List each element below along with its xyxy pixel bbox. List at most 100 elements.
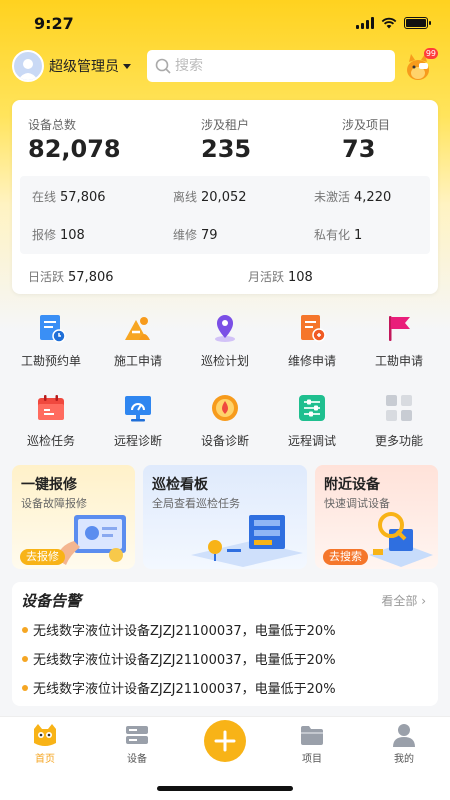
stat-label: 涉及租户 [201, 118, 250, 132]
stat-value: 235 [201, 135, 252, 163]
menu-item-remote-debugging[interactable]: 远程调试 [267, 392, 357, 456]
stat-tenants[interactable]: 涉及租户 235 [201, 116, 251, 163]
stat-label: 离线 [173, 190, 198, 204]
menu-label: 施工申请 [113, 354, 162, 368]
view-all-label: 看全部 [381, 594, 418, 608]
tab-mine[interactable]: 我的 [374, 723, 434, 765]
stat-label: 月活跃 [248, 270, 285, 284]
stat-label: 私有化 [314, 228, 351, 242]
user-name[interactable]: 超级管理员 [49, 56, 119, 76]
menu-label: 更多功能 [374, 434, 423, 448]
alert-item[interactable]: 无线数字液位计设备ZJZJ21100037，电量低于20% [22, 678, 336, 697]
chevron-right-icon: › [421, 594, 426, 608]
alert-text: 无线数字液位计设备ZJZJ21100037，电量低于20% [33, 624, 336, 639]
plus-icon [214, 730, 236, 752]
menu-label: 远程调试 [287, 434, 336, 448]
menu-item-inspection-task[interactable]: 巡检任务 [6, 392, 96, 456]
stat-label: 日活跃 [28, 270, 65, 284]
menu-label: 设备诊断 [200, 434, 249, 448]
stat-reported[interactable]: 报修 108 [32, 226, 85, 243]
menu-item-construction[interactable]: 施工申请 [93, 312, 183, 376]
stat-label: 维修 [173, 228, 198, 242]
avatar-icon [18, 59, 38, 80]
stat-inactive[interactable]: 未激活 4,220 [314, 188, 391, 205]
stat-private[interactable]: 私有化 1 [314, 226, 362, 243]
menu-item-survey-order[interactable]: 工勘预约单 [6, 312, 96, 376]
stat-offline[interactable]: 离线 20,052 [173, 188, 247, 205]
tab-home[interactable]: 首页 [15, 723, 75, 765]
promo-inspection-board[interactable]: 巡检看板 全局查看巡检任务 [143, 465, 307, 569]
alert-dot-icon [22, 684, 28, 691]
stat-value: 79 [201, 228, 218, 243]
menu-label: 巡检任务 [26, 434, 75, 448]
search-box[interactable] [147, 50, 395, 82]
chevron-down-icon[interactable] [123, 63, 131, 69]
stat-projects[interactable]: 涉及项目 73 [342, 116, 390, 163]
search-input[interactable] [175, 58, 375, 74]
avatar[interactable] [12, 50, 44, 82]
menu-label: 工勘预约单 [20, 354, 81, 368]
menu-item-inspection-plan[interactable]: 巡检计划 [180, 312, 270, 376]
location-pin-icon [215, 315, 235, 342]
signal-icon [356, 17, 374, 29]
menu-item-remote-diagnosis[interactable]: 远程诊断 [93, 392, 183, 456]
menu-item-survey-request[interactable]: 工勘申请 [354, 312, 444, 376]
tab-label: 设备 [127, 754, 147, 765]
tab-projects[interactable]: 项目 [282, 723, 342, 765]
menu-item-more[interactable]: 更多功能 [354, 392, 444, 456]
promo-title: 附近设备 [324, 477, 380, 493]
grid-more-icon [386, 395, 412, 421]
stat-monthly-active[interactable]: 月活跃 108 [248, 268, 313, 285]
calendar-task-icon [38, 395, 64, 420]
stat-value: 57,806 [60, 190, 106, 205]
alert-title: 设备告警 [21, 592, 82, 610]
folder-icon [301, 726, 323, 745]
repair-form-icon [301, 315, 326, 342]
wifi-icon [381, 17, 397, 29]
promo-nearby-devices[interactable]: 附近设备 快速调试设备 去搜索 [315, 465, 438, 569]
promo-subtitle: 设备故障报修 [21, 497, 87, 510]
notification-badge: 99 [423, 48, 438, 59]
status-bar: 9:27 [0, 0, 450, 46]
stat-total-devices[interactable]: 设备总数 82,078 [28, 116, 121, 163]
stat-online[interactable]: 在线 57,806 [32, 188, 106, 205]
add-button[interactable] [204, 720, 246, 762]
go-search-button[interactable]: 去搜索 [323, 549, 368, 565]
stat-value: 108 [288, 270, 313, 285]
survey-order-icon [40, 315, 66, 343]
stat-daily-active[interactable]: 日活跃 57,806 [28, 268, 114, 285]
alert-text: 无线数字液位计设备ZJZJ21100037，电量低于20% [33, 653, 336, 668]
message-button[interactable]: 99 [404, 48, 438, 82]
stat-value: 1 [354, 228, 363, 243]
stat-label: 涉及项目 [342, 118, 391, 132]
stat-label: 报修 [32, 228, 57, 242]
menu-item-device-diagnosis[interactable]: 设备诊断 [180, 392, 270, 456]
alert-item[interactable]: 无线数字液位计设备ZJZJ21100037，电量低于20% [22, 649, 336, 668]
stat-label: 未激活 [314, 190, 351, 204]
stat-value: 82,078 [28, 135, 121, 163]
flag-icon [389, 316, 410, 341]
alert-item[interactable]: 无线数字液位计设备ZJZJ21100037，电量低于20% [22, 620, 336, 639]
menu-label: 远程诊断 [113, 434, 162, 448]
promo-quick-repair[interactable]: 一键报修 设备故障报修 去报修 [12, 465, 135, 569]
alert-dot-icon [22, 626, 28, 633]
battery-icon [404, 17, 431, 29]
device-alert-card: 设备告警 看全部 › 无线数字液位计设备ZJZJ21100037，电量低于20%… [12, 582, 438, 706]
device-diagnosis-icon [212, 395, 238, 421]
tab-label: 我的 [394, 754, 414, 765]
view-all-link[interactable]: 看全部 › [381, 592, 426, 609]
stat-label: 设备总数 [28, 118, 77, 132]
header: 超级管理员 99 [12, 48, 438, 84]
home-indicator [157, 786, 293, 791]
go-repair-button[interactable]: 去报修 [20, 549, 65, 565]
inspection-board-illustration [191, 515, 303, 567]
home-icon [34, 724, 56, 746]
search-icon [155, 58, 171, 74]
tab-label: 首页 [35, 754, 55, 765]
tab-devices[interactable]: 设备 [107, 723, 167, 765]
monitor-gauge-icon [125, 396, 151, 422]
menu-item-repair-request[interactable]: 维修申请 [267, 312, 357, 376]
stat-grid: 在线 57,806 离线 20,052 未激活 4,220 报修 108 维修 79 私有… [20, 176, 430, 254]
alert-text: 无线数字液位计设备ZJZJ21100037，电量低于20% [33, 682, 336, 697]
stat-repairing[interactable]: 维修 79 [173, 226, 218, 243]
